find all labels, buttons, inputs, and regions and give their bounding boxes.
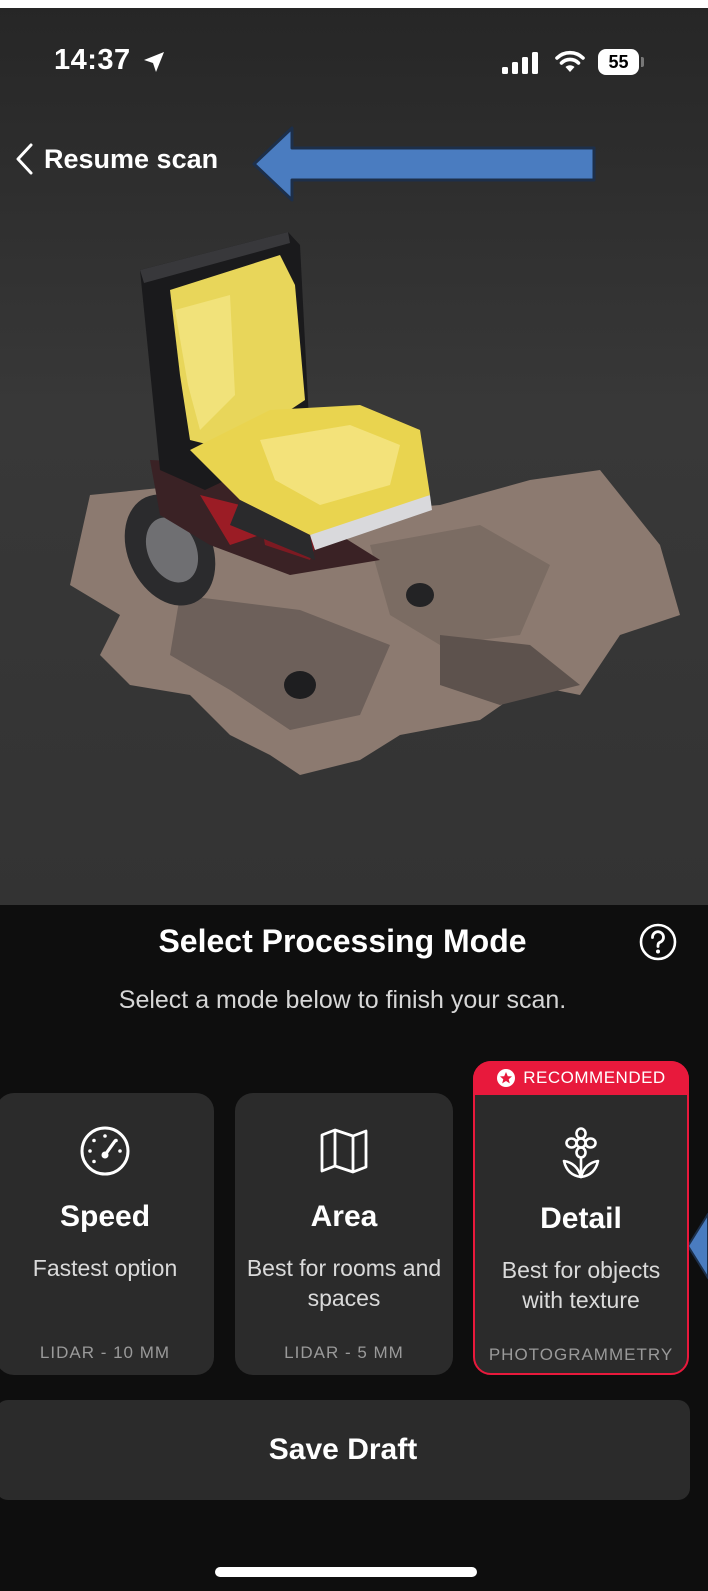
mode-tech: PHOTOGRAMMETRY xyxy=(488,1345,674,1364)
mode-description: Best for rooms and spaces xyxy=(246,1255,442,1311)
annotation-arrow-detail xyxy=(687,1213,708,1279)
battery-icon: 55 xyxy=(598,49,644,75)
speedometer-icon xyxy=(80,1126,130,1176)
cellular-signal-icon xyxy=(502,52,538,74)
battery-level: 55 xyxy=(598,49,639,75)
flower-icon xyxy=(562,1127,600,1179)
status-time: 14:37 xyxy=(54,44,131,76)
3d-model-wheelchair xyxy=(70,232,680,775)
top-edge xyxy=(0,0,708,8)
location-arrow-icon xyxy=(144,52,164,72)
mode-name: Detail xyxy=(540,1202,622,1235)
recommended-label: RECOMMENDED xyxy=(523,1068,666,1087)
mode-tech: LIDAR - 5 MM xyxy=(284,1343,404,1362)
annotation-arrow xyxy=(252,126,596,202)
home-indicator xyxy=(215,1567,477,1577)
sheet-subtitle: Select a mode below to finish your scan. xyxy=(118,986,567,1014)
star-badge-icon xyxy=(497,1069,516,1087)
mode-name: Area xyxy=(310,1200,378,1233)
question-circle-icon[interactable] xyxy=(638,922,678,962)
mode-tech: LIDAR - 10 MM xyxy=(39,1343,171,1362)
mode-card-speed[interactable]: Speed Fastest option LIDAR - 10 MM xyxy=(0,1093,214,1375)
mode-name: Speed xyxy=(59,1200,151,1233)
resume-scan-label: Resume scan xyxy=(44,143,219,174)
recommended-badge: RECOMMENDED xyxy=(473,1061,689,1095)
save-draft-button[interactable]: Save Draft xyxy=(0,1400,690,1500)
chevron-left-icon xyxy=(16,143,33,175)
wifi-icon xyxy=(555,50,585,72)
mode-card-area[interactable]: Area Best for rooms and spaces LIDAR - 5… xyxy=(235,1093,453,1375)
sheet-title: Select Processing Mode xyxy=(158,923,527,959)
resume-scan-button[interactable]: Resume scan xyxy=(14,142,218,176)
mode-description: Best for objects with texture xyxy=(501,1257,661,1313)
mode-description: Fastest option xyxy=(32,1255,178,1281)
map-icon xyxy=(320,1128,368,1174)
mode-card-detail[interactable]: RECOMMENDED Detail Best for objects with… xyxy=(473,1061,689,1375)
